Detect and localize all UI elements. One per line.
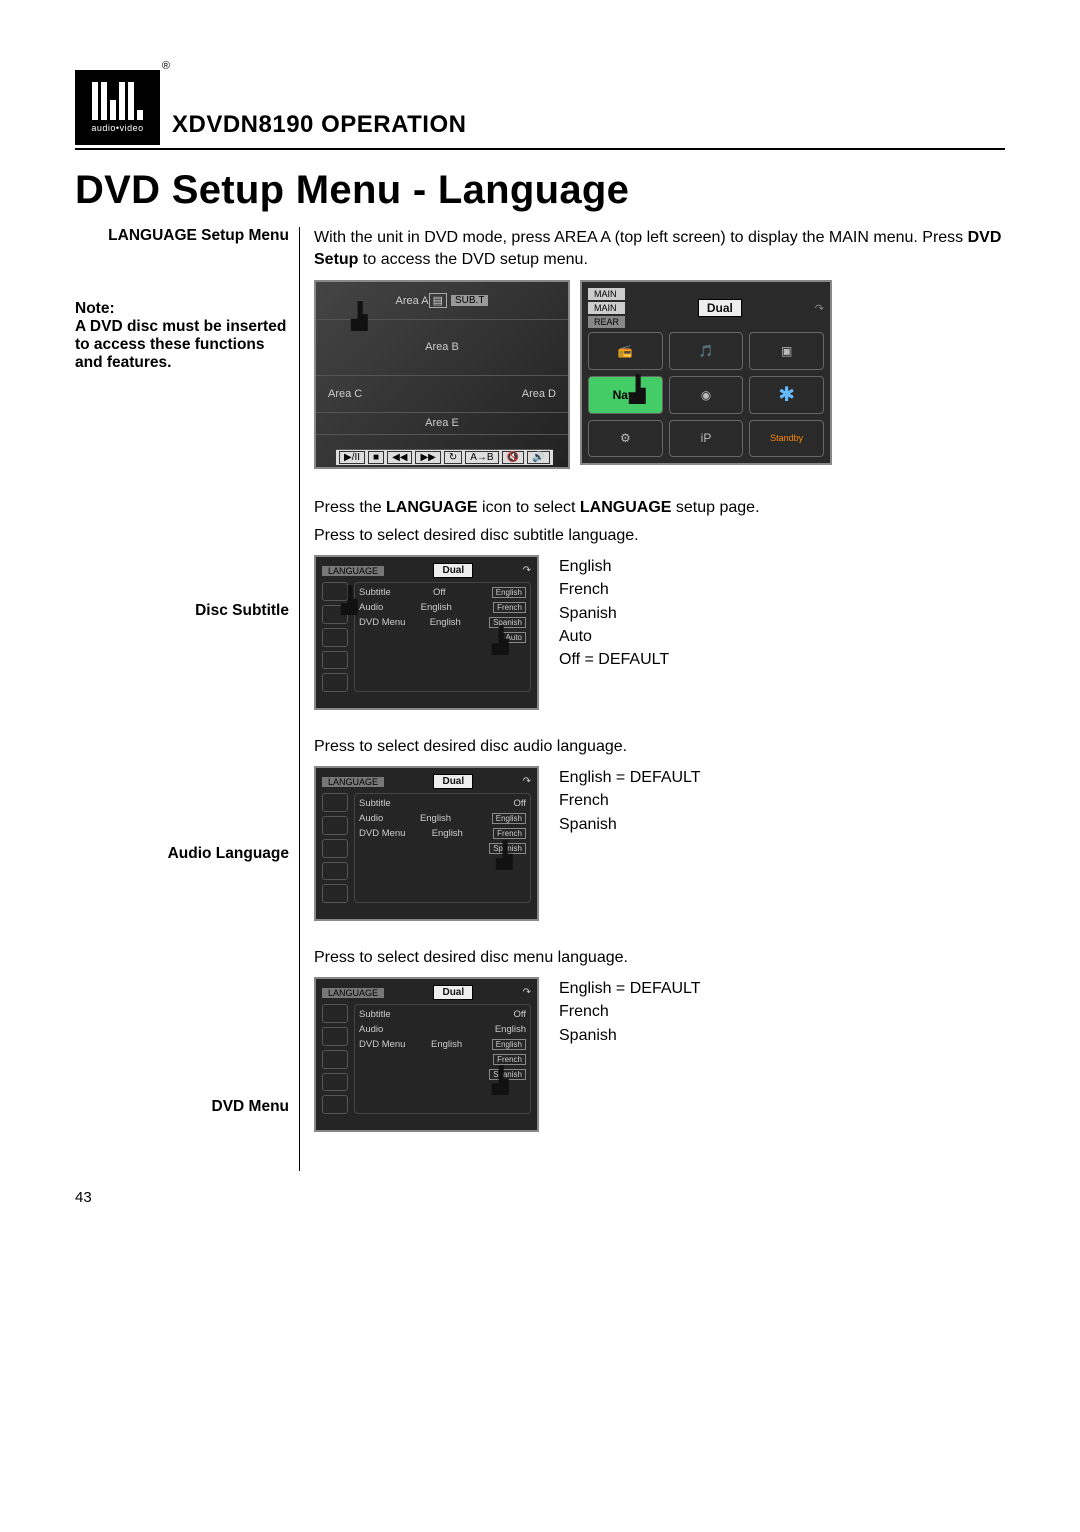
- label-dvd-menu: DVD Menu: [75, 1098, 289, 1116]
- language-tab: LANGUAGE: [322, 988, 384, 998]
- right-content-column: With the unit in DVD mode, press AREA A …: [300, 227, 1005, 1171]
- fastfwd-icon: ▶▶: [415, 451, 440, 464]
- brand-subtext: audio•video: [91, 123, 143, 133]
- registered-mark: ®: [162, 60, 170, 72]
- area-cd-row: Area C Area D: [316, 375, 568, 412]
- main-menu-screenshot: MAIN MAIN REAR Dual ↷ 📻 🎵 ▣ Navi ◉ ✱: [580, 280, 832, 465]
- dvdmenu-screenshot: LANGUAGE Dual ↷ SubtitleOff AudioEnglish…: [314, 977, 539, 1132]
- rear-tag: REAR: [588, 316, 625, 328]
- note-body: A DVD disc must be inserted to access th…: [75, 318, 289, 372]
- mini-sidebar: [322, 1004, 348, 1114]
- opt-french: French: [559, 789, 701, 812]
- dvdmenu-desc: Press to select desired disc menu langua…: [314, 949, 1005, 967]
- home-cell-bluetooth: ✱: [749, 376, 824, 414]
- logo-bars-icon: [92, 82, 143, 120]
- subtitle-options-list: English French Spanish Auto Off = DEFAUL…: [559, 555, 669, 710]
- note-heading: Note:: [75, 300, 289, 318]
- home-cell-source: ▣: [749, 332, 824, 370]
- rewind-icon: ◀◀: [387, 451, 412, 464]
- page-title: DVD Setup Menu - Language: [75, 168, 1005, 213]
- area-c-label: Area C: [328, 388, 362, 400]
- play-pause-icon: ▶/II: [339, 451, 365, 464]
- dual-badge-mini: Dual: [433, 774, 473, 789]
- home-cell-radio: 📻: [588, 332, 663, 370]
- opt-english-default: English = DEFAULT: [559, 766, 701, 789]
- stop-icon: ■: [368, 451, 384, 464]
- opt-spanish: Spanish: [559, 813, 701, 836]
- playback-controls: ▶/II ■ ◀◀ ▶▶ ↻ A→B 🔇 🔊: [336, 449, 553, 465]
- area-e-row: Area E: [316, 412, 568, 434]
- page-number: 43: [75, 1189, 1005, 1206]
- intro-text: With the unit in DVD mode, press AREA A …: [314, 227, 1005, 270]
- opt-off-default: Off = DEFAULT: [559, 648, 669, 671]
- mini-settings-list: SubtitleOffEnglish AudioEnglishFrench DV…: [354, 582, 531, 692]
- page-header: ® audio•video XDVDN8190 OPERATION: [75, 70, 1005, 150]
- audio-options-list: English = DEFAULT French Spanish: [559, 766, 701, 921]
- opt-french: French: [559, 1000, 701, 1023]
- note-block: Note: A DVD disc must be inserted to acc…: [75, 300, 289, 372]
- home-grid: 📻 🎵 ▣ Navi ◉ ✱ ⚙ iP Standby: [588, 332, 824, 457]
- mini-arrow-icon: ↷: [523, 776, 531, 787]
- opt-spanish: Spanish: [559, 1024, 701, 1047]
- home-top-row: MAIN MAIN REAR Dual ↷: [588, 288, 824, 328]
- main2-tag: MAIN: [588, 302, 625, 314]
- brand-logo: ® audio•video: [75, 70, 160, 145]
- home-cell-navi: Navi: [588, 376, 663, 414]
- screenshot-row: Area A ▤ SUB.T Area B Area C Area D Area…: [314, 280, 1005, 469]
- audio-screenshot: LANGUAGE Dual ↷ SubtitleOff AudioEnglish…: [314, 766, 539, 921]
- label-language-setup: LANGUAGE Setup Menu: [75, 227, 289, 245]
- mini-sidebar: [322, 582, 348, 692]
- language-tab: LANGUAGE: [322, 566, 384, 576]
- dvdmenu-options-list: English = DEFAULT French Spanish: [559, 977, 701, 1132]
- audio-desc: Press to select desired disc audio langu…: [314, 738, 1005, 756]
- intro-part1: With the unit in DVD mode, press AREA A …: [314, 229, 968, 246]
- dvdmenu-row: LANGUAGE Dual ↷ SubtitleOff AudioEnglish…: [314, 977, 1005, 1132]
- label-disc-subtitle: Disc Subtitle: [75, 602, 289, 620]
- home-cell-music: 🎵: [669, 332, 744, 370]
- mute-icon: 🔇: [502, 451, 524, 464]
- opt-english: English: [559, 555, 669, 578]
- subtitle-screenshot: LANGUAGE Dual ↷ SubtitleOffEnglish Audio…: [314, 555, 539, 710]
- dual-badge-mini: Dual: [433, 563, 473, 578]
- content-columns: LANGUAGE Setup Menu Note: A DVD disc mus…: [75, 227, 1005, 1171]
- home-cell-standby: Standby: [749, 420, 824, 458]
- dual-badge-mini: Dual: [433, 985, 473, 1000]
- mini-arrow-icon: ↷: [523, 565, 531, 576]
- opt-auto: Auto: [559, 625, 669, 648]
- left-label-column: LANGUAGE Setup Menu Note: A DVD disc mus…: [75, 227, 300, 1171]
- home-arrow-icon: ↷: [815, 302, 824, 315]
- disc-subtitle-row: LANGUAGE Dual ↷ SubtitleOffEnglish Audio…: [314, 555, 1005, 710]
- opt-french: French: [559, 578, 669, 601]
- main-tag: MAIN: [588, 288, 625, 300]
- sound-icon: 🔊: [527, 451, 549, 464]
- dual-logo-badge: Dual: [698, 299, 742, 317]
- area-a-label: Area A: [396, 295, 429, 307]
- repeat-icon: ↻: [444, 451, 462, 464]
- touch-areas-screenshot: Area A ▤ SUB.T Area B Area C Area D Area…: [314, 280, 570, 469]
- area-a-row: Area A ▤ SUB.T: [316, 282, 568, 319]
- mini-arrow-icon: ↷: [523, 987, 531, 998]
- ab-repeat-icon: A→B: [465, 451, 498, 464]
- opt-english-default: English = DEFAULT: [559, 977, 701, 1000]
- home-cell-ipod: iP: [669, 420, 744, 458]
- label-audio-language: Audio Language: [75, 845, 289, 863]
- home-cell-disc: ◉: [669, 376, 744, 414]
- subt-badge: SUB.T: [451, 295, 488, 306]
- operation-title: XDVDN8190 OPERATION: [172, 111, 466, 139]
- mini-sidebar: [322, 793, 348, 903]
- press-language-line: Press the LANGUAGE icon to select LANGUA…: [314, 499, 1005, 517]
- area-d-label: Area D: [522, 388, 556, 400]
- audio-row: LANGUAGE Dual ↷ SubtitleOff AudioEnglish…: [314, 766, 1005, 921]
- mini-settings-list: SubtitleOff AudioEnglish DVD MenuEnglish…: [354, 1004, 531, 1114]
- home-cell-settings: ⚙: [588, 420, 663, 458]
- disc-subtitle-desc: Press to select desired disc subtitle la…: [314, 527, 1005, 545]
- intro-part2: to access the DVD setup menu.: [358, 251, 587, 268]
- opt-spanish: Spanish: [559, 602, 669, 625]
- language-tab: LANGUAGE: [322, 777, 384, 787]
- manual-page: ® audio•video XDVDN8190 OPERATION DVD Se…: [0, 0, 1080, 1532]
- list-icon: ▤: [429, 293, 447, 308]
